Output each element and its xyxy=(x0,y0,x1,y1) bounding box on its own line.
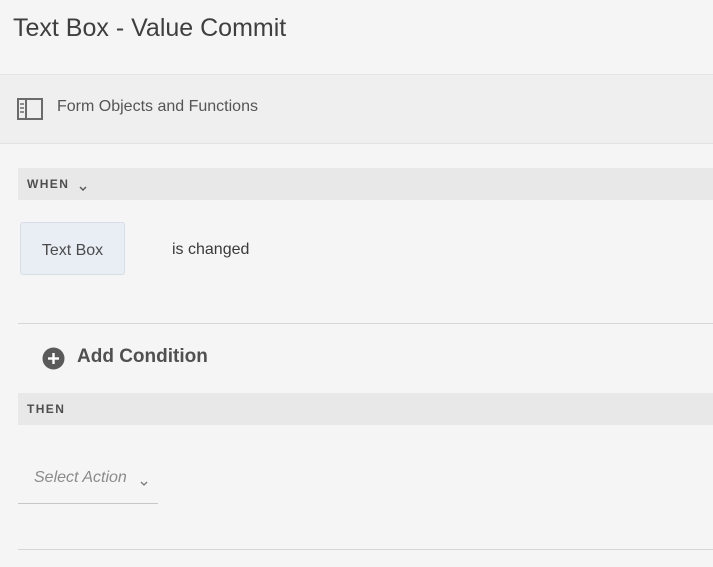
page-title: Text Box - Value Commit xyxy=(13,14,287,42)
toolbar: Form Objects and Functions xyxy=(0,74,713,144)
chevron-down-icon[interactable] xyxy=(79,180,87,191)
select-action-dropdown[interactable]: Select Action xyxy=(18,458,158,504)
form-objects-and-functions-label[interactable]: Form Objects and Functions xyxy=(57,98,258,116)
add-condition-label: Add Condition xyxy=(77,346,208,367)
when-section-header[interactable]: WHEN xyxy=(18,168,713,200)
then-section-header: THEN xyxy=(18,393,713,425)
chevron-down-icon xyxy=(140,475,148,486)
then-label: THEN xyxy=(27,402,66,416)
component-name: Text Box xyxy=(41,242,104,259)
divider xyxy=(18,323,713,324)
event-condition[interactable]: is changed xyxy=(172,241,249,259)
title-bar: Text Box - Value Commit xyxy=(0,0,713,74)
divider xyxy=(18,549,713,550)
plus-circle-icon xyxy=(42,347,65,370)
select-action-placeholder: Select Action xyxy=(34,469,127,486)
when-label: WHEN xyxy=(27,177,70,191)
side-panel-icon[interactable] xyxy=(17,98,43,120)
rule-editor: Text Box - Value Commit Form Objects and… xyxy=(0,0,713,567)
component-chip[interactable]: Text Box xyxy=(20,222,125,275)
